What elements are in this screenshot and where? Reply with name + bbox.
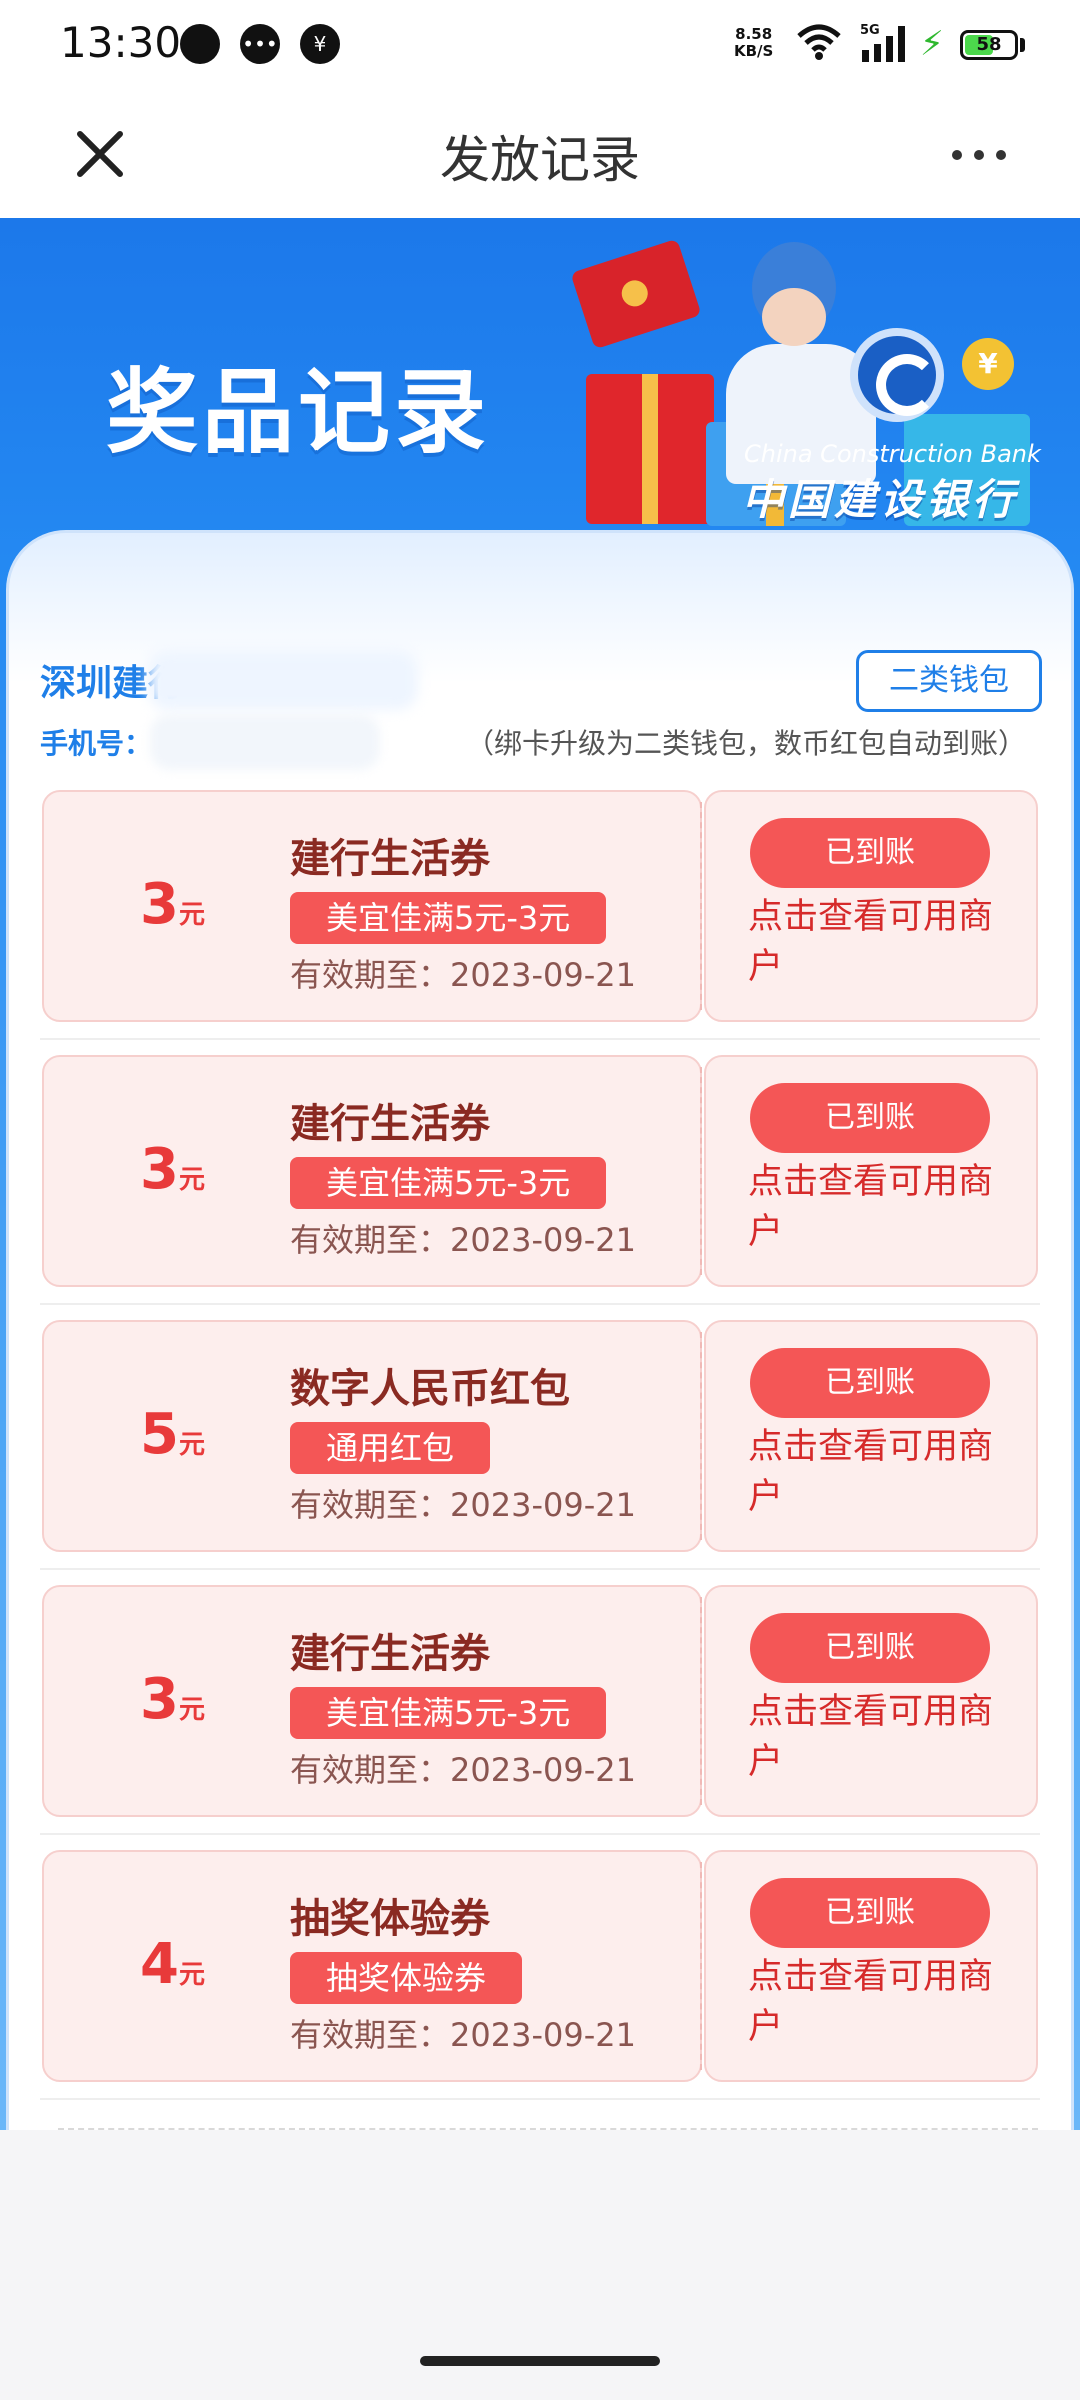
view-merchants-link[interactable]: 点击查看可用商户 (748, 1952, 1018, 2052)
coupon-item: 3元 建行生活券 美宜佳满5元-3元 有效期至：2023-09-21 已到账 点… (42, 1055, 1042, 1287)
coupon-action-area[interactable]: 已到账 点击查看可用商户 (704, 1850, 1038, 2082)
view-merchants-link[interactable]: 点击查看可用商户 (748, 1687, 1018, 1787)
signal-icon: 5G (860, 23, 905, 62)
battery-level: 58 (976, 34, 1002, 55)
coupon-amount-unit: 元 (178, 1695, 205, 1725)
coupon-title: 建行生活券 (290, 1101, 490, 1147)
coupon-amount-value: 3 (140, 872, 179, 937)
coupon-amount: 4元 (140, 1932, 205, 1997)
redacted-phone (150, 714, 380, 770)
status-badge: 已到账 (750, 1348, 990, 1418)
coupon-item: 4元 抽奖体验券 抽奖体验券 有效期至：2023-09-21 已到账 点击查看可… (42, 1850, 1042, 2082)
coupon-amount: 5元 (140, 1402, 205, 1467)
coupon-expiry: 有效期至：2023-09-21 (290, 2016, 636, 2054)
coupon-action-area[interactable]: 已到账 点击查看可用商户 (704, 790, 1038, 1022)
coupon-body: 3元 建行生活券 美宜佳满5元-3元 有效期至：2023-09-21 (42, 1055, 702, 1287)
wallet-button[interactable]: 二类钱包 (856, 650, 1042, 712)
coupon-body: 4元 抽奖体验券 抽奖体验券 有效期至：2023-09-21 (42, 1850, 702, 2082)
coupon-item: 3元 建行生活券 美宜佳满5元-3元 有效期至：2023-09-21 已到账 点… (42, 790, 1042, 1022)
coupon-amount-value: 4 (140, 1932, 179, 1997)
coupon-amount-unit: 元 (178, 1165, 205, 1195)
mascot-face (762, 288, 826, 346)
coupon-action-area[interactable]: 已到账 点击查看可用商户 (704, 1320, 1038, 1552)
message-dots-icon: ••• (240, 24, 280, 64)
coupon-amount-value: 3 (140, 1137, 179, 1202)
phone-label: 手机号： (40, 727, 153, 760)
nav-bar: 发放记录 (0, 90, 1080, 218)
bank-name-en: China Construction Bank (744, 440, 1041, 468)
yuan-coin-icon: ¥ (962, 338, 1014, 390)
coupon-item: 3元 建行生活券 美宜佳满5元-3元 有效期至：2023-09-21 已到账 点… (42, 1585, 1042, 1817)
wifi-icon (797, 24, 841, 60)
coupon-amount: 3元 (140, 1667, 205, 1732)
coupon-divider (700, 1067, 702, 1275)
coupon-divider (700, 1597, 702, 1805)
chat-bubble-icon (180, 24, 220, 64)
view-merchants-link[interactable]: 点击查看可用商户 (748, 892, 1018, 992)
page-title: 发放记录 (440, 131, 640, 189)
view-merchants-link[interactable]: 点击查看可用商户 (748, 1422, 1018, 1522)
coupon-item: 5元 数字人民币红包 通用红包 有效期至：2023-09-21 已到账 点击查看… (42, 1320, 1042, 1552)
battery-cap (1020, 38, 1025, 52)
coupon-expiry: 有效期至：2023-09-21 (290, 1221, 636, 1259)
redacted-account (148, 650, 418, 710)
status-badge: 已到账 (750, 818, 990, 888)
view-merchants-link[interactable]: 点击查看可用商户 (748, 1157, 1018, 1257)
coupon-action-area[interactable]: 已到账 点击查看可用商户 (704, 1585, 1038, 1817)
row-divider (40, 1038, 1040, 1040)
wallet-note: （绑卡升级为二类钱包，数币红包自动到账） (465, 727, 1026, 760)
bank-name-cn: 中国建设银行 (742, 475, 1019, 524)
status-badge: 已到账 (750, 1613, 990, 1683)
coupon-amount-unit: 元 (178, 1960, 205, 1990)
list-end-divider (58, 2128, 1038, 2130)
red-envelope-illustration (570, 238, 702, 350)
coupon-amount-unit: 元 (178, 900, 205, 930)
coupon-body: 3元 建行生活券 美宜佳满5元-3元 有效期至：2023-09-21 (42, 790, 702, 1022)
coupon-divider (700, 802, 702, 1010)
coupon-action-area[interactable]: 已到账 点击查看可用商户 (704, 1055, 1038, 1287)
network-speed: 8.58 KB/S (734, 26, 773, 60)
row-divider (40, 1568, 1040, 1570)
coupon-divider (700, 1862, 702, 2070)
coupon-title: 建行生活券 (290, 1631, 490, 1677)
coupon-divider (700, 1332, 702, 1540)
coupon-expiry: 有效期至：2023-09-21 (290, 956, 636, 994)
coupon-amount: 3元 (140, 1137, 205, 1202)
status-badge: 已到账 (750, 1083, 990, 1153)
coupon-tag: 美宜佳满5元-3元 (290, 1687, 607, 1739)
row-divider (40, 1833, 1040, 1835)
coupon-amount-value: 3 (140, 1667, 179, 1732)
coupon-expiry: 有效期至：2023-09-21 (290, 1486, 636, 1524)
coupon-amount: 3元 (140, 872, 205, 937)
coupon-tag: 美宜佳满5元-3元 (290, 1157, 607, 1209)
row-divider (40, 1303, 1040, 1305)
coupon-expiry: 有效期至：2023-09-21 (290, 1751, 636, 1789)
yuan-shield-icon: ¥ (300, 24, 340, 64)
home-indicator[interactable] (420, 2356, 660, 2366)
coupon-tag: 抽奖体验券 (290, 1952, 523, 2004)
coupon-amount-value: 5 (140, 1402, 179, 1467)
row-divider (40, 2098, 1040, 2100)
battery-icon: 58 (960, 30, 1018, 60)
ccb-logo-icon (850, 328, 944, 422)
coupon-title: 建行生活券 (290, 836, 490, 882)
coupon-tag: 通用红包 (290, 1422, 491, 1474)
charging-bolt-icon: ⚡ (920, 24, 944, 64)
banner-title: 奖品记录 (106, 359, 491, 466)
network-speed-unit: KB/S (734, 42, 774, 60)
status-badge: 已到账 (750, 1878, 990, 1948)
signal-type: 5G (860, 23, 880, 38)
gift-box-illustration (586, 374, 714, 524)
more-dots-icon[interactable] (944, 126, 1014, 182)
coupon-title: 抽奖体验券 (290, 1896, 490, 1942)
coupon-body: 5元 数字人民币红包 通用红包 有效期至：2023-09-21 (42, 1320, 702, 1552)
coupon-amount-unit: 元 (178, 1430, 205, 1460)
status-time: 13:30 (60, 18, 182, 67)
coupon-tag: 美宜佳满5元-3元 (290, 892, 607, 944)
status-bar: 13:30 ••• ¥ 8.58 KB/S 5G ⚡ 58 (0, 0, 1080, 90)
coupon-title: 数字人民币红包 (290, 1366, 570, 1412)
coupon-body: 3元 建行生活券 美宜佳满5元-3元 有效期至：2023-09-21 (42, 1585, 702, 1817)
network-speed-value: 8.58 (735, 25, 773, 43)
